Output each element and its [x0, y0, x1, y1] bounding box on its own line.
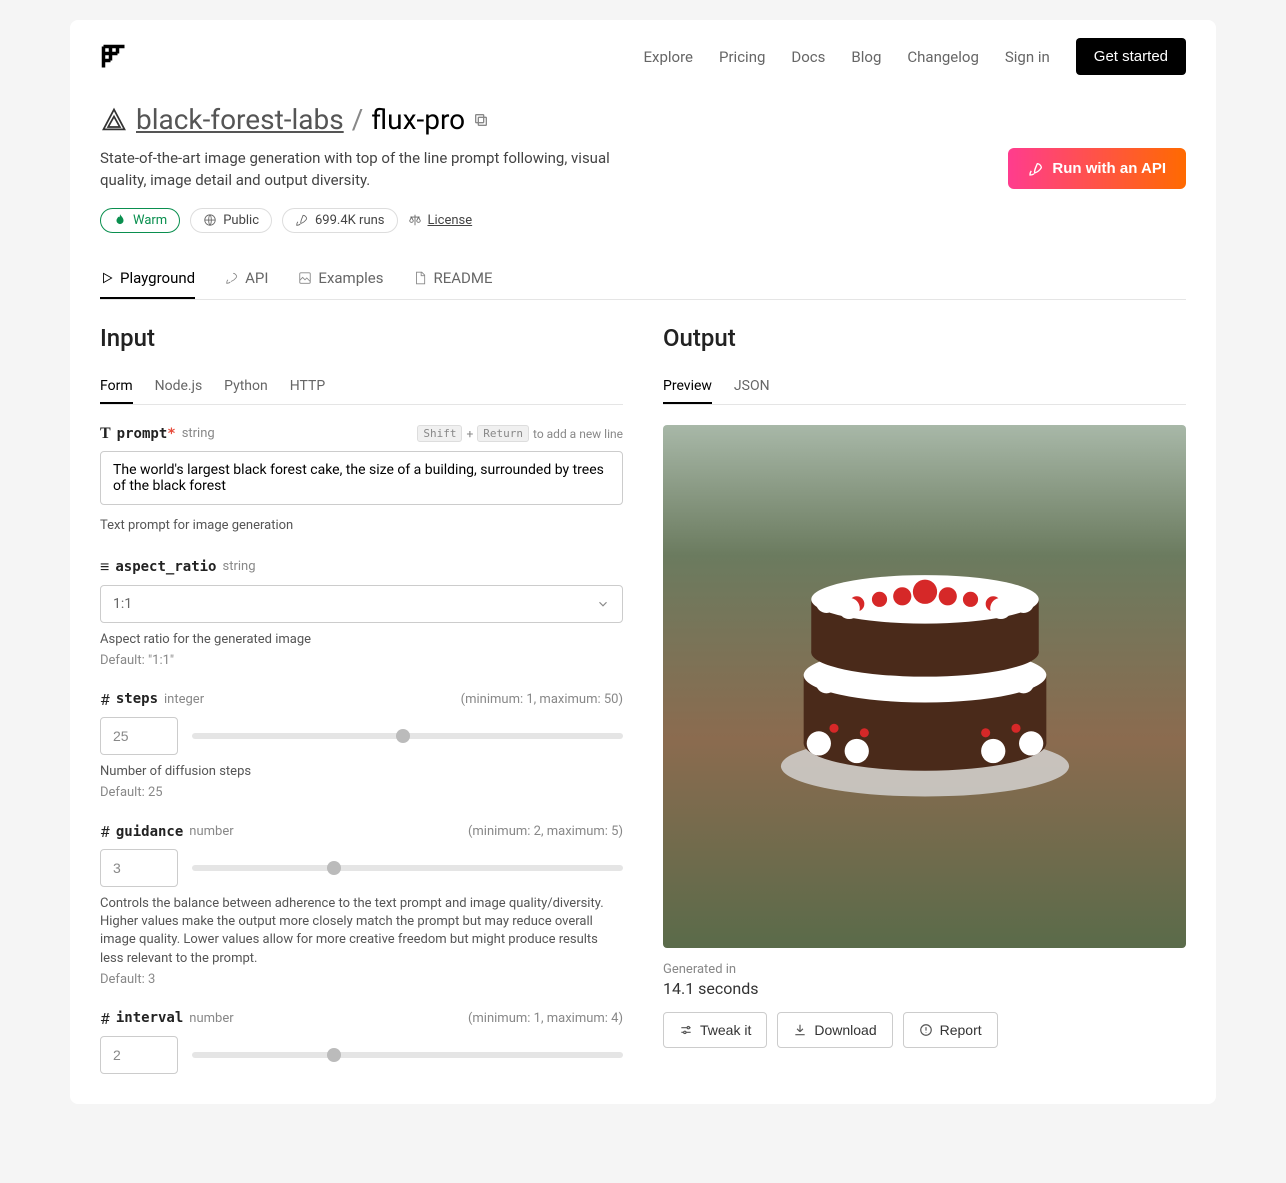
- copy-icon[interactable]: [473, 112, 489, 128]
- breadcrumb: black-forest-labs / flux-pro: [100, 103, 1186, 136]
- subtab-form[interactable]: Form: [100, 370, 133, 404]
- number-type-icon: #: [100, 1009, 110, 1028]
- number-type-icon: #: [100, 690, 110, 709]
- topbar: Explore Pricing Docs Blog Changelog Sign…: [70, 20, 1216, 93]
- generation-info: Generated in 14.1 seconds: [663, 962, 1186, 998]
- sliders-icon: [679, 1023, 693, 1037]
- field-guidance: # guidance number (minimum: 2, maximum: …: [100, 822, 623, 987]
- image-icon: [298, 271, 312, 285]
- subtab-json[interactable]: JSON: [734, 370, 770, 404]
- subtab-http[interactable]: HTTP: [290, 370, 325, 404]
- download-button[interactable]: Download: [777, 1012, 892, 1048]
- document-icon: [413, 271, 427, 285]
- globe-icon: [203, 213, 217, 227]
- flame-icon: [113, 213, 127, 227]
- input-column: Input Form Node.js Python HTTP T prompt*…: [100, 324, 623, 1074]
- output-column: Output Preview JSON: [663, 324, 1186, 1074]
- steps-desc: Number of diffusion steps: [100, 763, 623, 781]
- model-description: State-of-the-art image generation with t…: [100, 148, 620, 192]
- guidance-input[interactable]: [100, 849, 178, 887]
- interval-slider[interactable]: [192, 1052, 623, 1058]
- rocket-icon: [1028, 161, 1044, 177]
- output-heading: Output: [663, 324, 1186, 352]
- logo-icon[interactable]: [100, 43, 128, 71]
- download-icon: [793, 1023, 807, 1037]
- run-with-api-button[interactable]: Run with an API: [1008, 148, 1186, 189]
- rocket-icon: [225, 271, 239, 285]
- rocket-icon: [295, 213, 309, 227]
- prompt-desc: Text prompt for image generation: [100, 517, 623, 535]
- field-interval: # interval number (minimum: 1, maximum: …: [100, 1009, 623, 1074]
- scale-icon: [408, 213, 422, 227]
- model-header: black-forest-labs / flux-pro State-of-th…: [70, 93, 1216, 300]
- license-link[interactable]: License: [408, 213, 473, 228]
- gen-time: 14.1 seconds: [663, 979, 1186, 998]
- public-badge: Public: [190, 208, 272, 233]
- nav-pricing[interactable]: Pricing: [719, 48, 765, 66]
- tab-playground[interactable]: Playground: [100, 259, 195, 299]
- field-aspect-ratio: ≡ aspect_ratio string 1:1 Aspect ratio f…: [100, 557, 623, 668]
- guidance-desc: Controls the balance between adherence t…: [100, 895, 623, 968]
- tab-examples[interactable]: Examples: [298, 259, 383, 299]
- nav-signin[interactable]: Sign in: [1005, 48, 1050, 66]
- nav-blog[interactable]: Blog: [851, 48, 881, 66]
- tweak-button[interactable]: Tweak it: [663, 1012, 767, 1048]
- field-steps: # steps integer (minimum: 1, maximum: 50…: [100, 690, 623, 800]
- get-started-button[interactable]: Get started: [1076, 38, 1186, 75]
- list-type-icon: ≡: [100, 557, 109, 577]
- runs-badge: 699.4K runs: [282, 208, 398, 233]
- text-type-icon: T: [100, 425, 111, 443]
- tab-readme[interactable]: README: [413, 259, 492, 299]
- aspect-ratio-desc: Aspect ratio for the generated image: [100, 631, 623, 649]
- output-image[interactable]: [663, 425, 1186, 948]
- aspect-ratio-select[interactable]: 1:1: [100, 585, 623, 623]
- steps-input[interactable]: [100, 717, 178, 755]
- subtab-preview[interactable]: Preview: [663, 370, 712, 404]
- aspect-ratio-default: Default: "1:1": [100, 653, 623, 668]
- badges-row: Warm Public 699.4K runs License: [100, 208, 1186, 233]
- cake-illustration: [773, 508, 1076, 811]
- model-name: flux-pro: [371, 103, 465, 136]
- main-nav: Explore Pricing Docs Blog Changelog Sign…: [644, 38, 1187, 75]
- gen-label: Generated in: [663, 962, 1186, 977]
- guidance-default: Default: 3: [100, 972, 623, 987]
- chevron-down-icon: [596, 597, 610, 611]
- nav-changelog[interactable]: Changelog: [907, 48, 978, 66]
- output-actions: Tweak it Download Report: [663, 1012, 1186, 1048]
- number-type-icon: #: [100, 822, 110, 841]
- guidance-slider[interactable]: [192, 865, 623, 871]
- steps-slider[interactable]: [192, 733, 623, 739]
- nav-docs[interactable]: Docs: [791, 48, 825, 66]
- tab-api[interactable]: API: [225, 259, 268, 299]
- org-icon: [100, 106, 128, 134]
- output-subtabs: Preview JSON: [663, 370, 1186, 405]
- report-button[interactable]: Report: [903, 1012, 998, 1048]
- subtab-python[interactable]: Python: [224, 370, 268, 404]
- alert-icon: [919, 1023, 933, 1037]
- play-icon: [100, 271, 114, 285]
- org-link[interactable]: black-forest-labs: [136, 103, 344, 136]
- prompt-input[interactable]: The world's largest black forest cake, t…: [100, 451, 623, 505]
- main-tabs: Playground API Examples README: [100, 259, 1186, 300]
- warm-badge: Warm: [100, 208, 180, 233]
- steps-default: Default: 25: [100, 785, 623, 800]
- input-heading: Input: [100, 324, 623, 352]
- subtab-nodejs[interactable]: Node.js: [155, 370, 203, 404]
- field-prompt: T prompt* string Shift + Return to add a…: [100, 425, 623, 535]
- nav-explore[interactable]: Explore: [644, 48, 694, 66]
- breadcrumb-separator: /: [352, 103, 364, 136]
- interval-input[interactable]: [100, 1036, 178, 1074]
- input-subtabs: Form Node.js Python HTTP: [100, 370, 623, 405]
